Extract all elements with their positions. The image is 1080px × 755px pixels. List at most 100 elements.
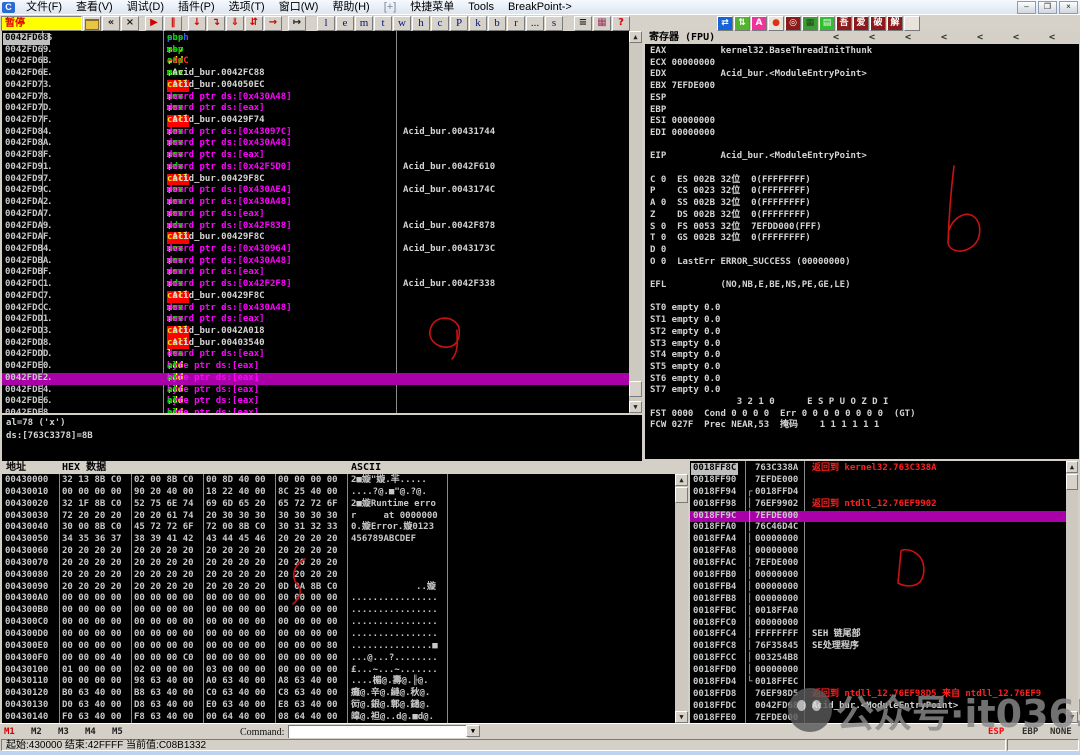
register-line[interactable]: ST4 empty 0.0 — [645, 350, 1079, 362]
dump-row[interactable]: 0043000032 13 8B C002 00 8B C000 8D 40 0… — [2, 475, 675, 487]
register-line[interactable]: EIP 0042FD68 Acid_bur.<ModuleEntryPoint> — [645, 151, 1079, 163]
register-line[interactable]: ST3 empty 0.0 — [645, 339, 1079, 351]
scroll-up-icon[interactable]: ▲ — [1066, 461, 1078, 473]
disasm-row[interactable]: 0042FDDD.8D40 00lea eax,dword ptr ds:[ea… — [2, 349, 629, 361]
plugin-record-icon[interactable]: ● — [768, 16, 784, 31]
dump-row[interactable]: 00430120B0 63 40 00B8 63 40 00C0 63 40 0… — [2, 688, 675, 700]
stack-row[interactable]: 0018FFC8│76F35845SE处理程序 — [690, 641, 1066, 653]
menu-item[interactable]: 快捷菜单 — [403, 1, 461, 13]
disassembly-scrollbar[interactable]: ▲ ▼ — [629, 31, 642, 413]
run-icon[interactable]: ▶ — [145, 16, 163, 31]
disasm-row[interactable]: 0042FDE8.0000add byte ptr ds:[eax],al — [2, 408, 629, 413]
register-line[interactable]: ST5 empty 0.0 — [645, 362, 1079, 374]
disasm-row[interactable]: 0042FD84.8B0D 7C094300mov ecx,dword ptr … — [2, 127, 629, 139]
references-window-button[interactable]: r — [507, 16, 525, 31]
dump-row[interactable]: 0043008020 20 20 2020 20 20 2020 20 20 2… — [2, 570, 675, 582]
stack-row[interactable]: 0018FFD0│00000000 — [690, 665, 1066, 677]
animate-into-icon[interactable]: ⇓ — [226, 16, 244, 31]
register-line[interactable]: ECX 00000000 — [645, 58, 1079, 70]
windows-window-button[interactable]: w — [393, 16, 411, 31]
call-stack-window-button[interactable]: k — [469, 16, 487, 31]
stack-row[interactable]: 0018FFCC│003254B8 — [690, 653, 1066, 665]
disasm-row[interactable]: 0042FD7F.E8 F0A1FFFFcall Acid_bur.00429F… — [2, 115, 629, 127]
stack-row[interactable]: 0018FFBC│0018FFA0 — [690, 606, 1066, 618]
register-line[interactable] — [645, 292, 1079, 304]
threads-window-button[interactable]: t — [374, 16, 392, 31]
dump-row[interactable]: 0043010001 00 00 0002 00 00 0003 00 00 0… — [2, 665, 675, 677]
breakpoints-window-button[interactable]: b — [488, 16, 506, 31]
scroll-thumb[interactable] — [629, 381, 642, 397]
dump-row[interactable]: 004300E000 00 00 0000 00 00 0000 00 00 0… — [2, 641, 675, 653]
plugin-swap-icon[interactable]: ⇄ — [717, 16, 733, 31]
register-line[interactable]: EAX 763C3378 kernel32.BaseThreadInitThun… — [645, 46, 1079, 58]
menu-item[interactable]: 帮助(H) — [325, 1, 376, 13]
register-line[interactable]: 3 2 1 0 E S P U O Z D I — [645, 397, 1079, 409]
disasm-row[interactable]: 0042FDE6.0000add byte ptr ds:[eax],al — [2, 396, 629, 408]
stack-row[interactable]: 0018FFC4│FFFFFFFFSEH 链尾部 — [690, 629, 1066, 641]
step-over-icon[interactable]: ↴ — [207, 16, 225, 31]
menu-item[interactable]: 选项(T) — [222, 1, 272, 13]
register-line[interactable]: EDX 0042FD68 Acid_bur.<ModuleEntryPoint> — [645, 69, 1079, 81]
stack-row[interactable]: 0018FF8C763C338A返回到 kernel32.763C338A — [690, 463, 1066, 475]
memory-tab-m2[interactable]: M2 — [31, 727, 42, 737]
rewind-icon[interactable]: « — [102, 16, 120, 31]
plugin-grid-icon[interactable]: ▦ — [802, 16, 818, 31]
appearance-icon[interactable]: ▦ — [593, 16, 611, 31]
hex-dump-panel[interactable]: 地址 HEX 数据 ASCII 0043000032 13 8B C002 00… — [2, 461, 688, 723]
animate-over-icon[interactable]: ⇵ — [245, 16, 263, 31]
menu-item[interactable]: 查看(V) — [69, 1, 120, 13]
dump-row[interactable]: 004300B000 00 00 0000 00 00 0000 00 00 0… — [2, 605, 675, 617]
register-line[interactable]: ST0 empty 0.0 — [645, 303, 1079, 315]
source-window-button[interactable]: s — [545, 16, 563, 31]
disasm-row[interactable]: 0042FD73.E8 7453FDFFcall Acid_bur.004050… — [2, 80, 629, 92]
log-window-button[interactable]: l — [317, 16, 335, 31]
disasm-row[interactable]: 0042FD8A.A1 480A4300mov eax,dword ptr ds… — [2, 138, 629, 150]
run-to-cursor-icon[interactable]: ↦ — [288, 16, 306, 31]
disasm-row[interactable]: 0042FDD8.E8 6337FDFFcall Acid_bur.004035… — [2, 338, 629, 350]
plugin-po-icon[interactable]: 破 — [870, 16, 886, 31]
disasm-row[interactable]: 0042FD7D.8B00mov eax,dword ptr ds:[eax] — [2, 103, 629, 115]
disasm-row[interactable]: 0042FD6E.B8 88FC4200mov eax,Acid_bur.004… — [2, 68, 629, 80]
dump-row[interactable]: 00430140F0 63 40 00F8 63 40 0000 64 40 0… — [2, 712, 675, 723]
disasm-row[interactable]: 0042FDA7.8B00mov eax,dword ptr ds:[eax] — [2, 209, 629, 221]
command-dropdown-icon[interactable]: ▼ — [466, 725, 480, 737]
plugin-book-icon[interactable]: ▤ — [819, 16, 835, 31]
close-button[interactable]: × — [1059, 1, 1078, 14]
stack-row[interactable]: 0018FFA0│76C46D4C — [690, 522, 1066, 534]
dump-scrollbar[interactable]: ▲ ▼ — [675, 474, 688, 723]
register-line[interactable]: EBX 7EFDE000 — [645, 81, 1079, 93]
menu-item[interactable]: BreakPoint-> — [501, 1, 579, 13]
memory-window-button[interactable]: m — [355, 16, 373, 31]
register-line[interactable]: T 0 GS 002B 32位 0(FFFFFFFF) — [645, 233, 1079, 245]
scroll-down-icon[interactable]: ▼ — [675, 711, 688, 723]
dump-row[interactable]: 0043003072 20 20 2020 20 61 7420 30 30 3… — [2, 511, 675, 523]
plugin-sort-icon[interactable]: ⇅ — [734, 16, 750, 31]
register-line[interactable]: ST7 empty 0.0 — [645, 385, 1079, 397]
register-line[interactable] — [645, 140, 1079, 152]
plugin-jie-icon[interactable]: 解 — [887, 16, 903, 31]
register-line[interactable]: S 0 FS 0053 32位 7EFDD000(FFF) — [645, 222, 1079, 234]
patches-window-button[interactable]: P — [450, 16, 468, 31]
register-line[interactable]: ESI 00000000 — [645, 116, 1079, 128]
scroll-thumb[interactable] — [1066, 474, 1078, 490]
register-line[interactable]: C 0 ES 002B 32位 0(FFFFFFFF) — [645, 175, 1079, 187]
register-line[interactable]: D 0 — [645, 245, 1079, 257]
dump-row[interactable]: 004300D000 00 00 0000 00 00 0000 00 00 0… — [2, 629, 675, 641]
help-icon[interactable]: ? — [612, 16, 630, 31]
dump-row[interactable]: 0043005034 35 36 3738 39 41 4243 44 45 4… — [2, 534, 675, 546]
plugin-a-icon[interactable]: A — [751, 16, 767, 31]
register-line[interactable]: FCW 027F Prec NEAR,53 掩码 1 1 1 1 1 1 — [645, 420, 1079, 432]
register-line[interactable] — [645, 163, 1079, 175]
stack-row[interactable]: 0018FFA8│00000000 — [690, 546, 1066, 558]
command-input[interactable] — [288, 725, 468, 739]
memory-tab-m5[interactable]: M5 — [112, 727, 123, 737]
stack-panel[interactable]: 0018FF8C763C338A返回到 kernel32.763C338A 001… — [690, 461, 1078, 723]
register-line[interactable]: ESP 0018FF8C — [645, 93, 1079, 105]
register-line[interactable]: ST2 empty 0.0 — [645, 327, 1079, 339]
scroll-thumb[interactable] — [675, 487, 688, 503]
disasm-row[interactable]: 0042FD8F.8B00mov eax,dword ptr ds:[eax] — [2, 150, 629, 162]
disasm-row[interactable]: 0042FDBA.A1 480A4300mov eax,dword ptr ds… — [2, 256, 629, 268]
open-file-icon[interactable] — [83, 16, 101, 31]
collapse-arrow-icon[interactable]: < — [866, 31, 878, 44]
collapse-arrow-icon[interactable]: < — [974, 31, 986, 44]
